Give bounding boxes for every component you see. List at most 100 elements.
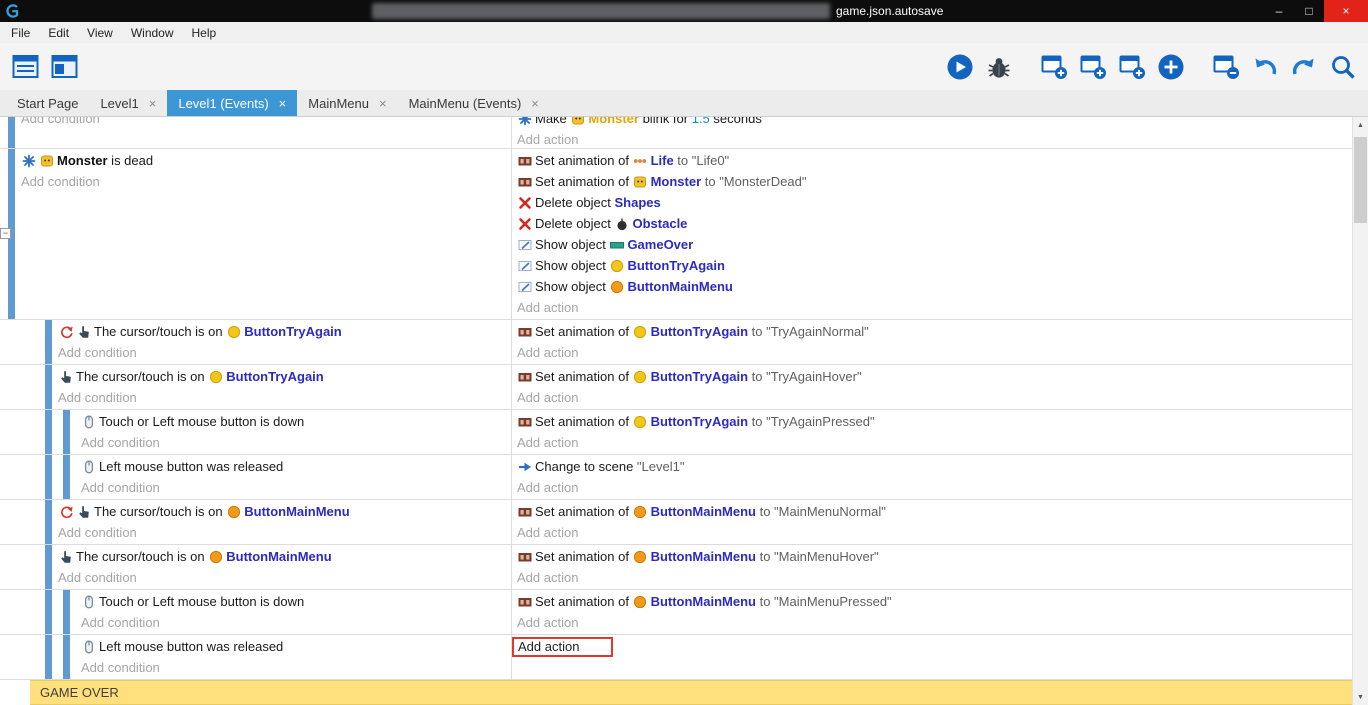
- condition-line[interactable]: The cursor/touch is on ButtonMainMenu: [0, 546, 511, 567]
- tab-level1[interactable]: Level1×: [89, 90, 167, 116]
- redo-button[interactable]: [1287, 49, 1321, 85]
- action-line[interactable]: Change to scene "Level1": [512, 456, 1352, 477]
- menu-file[interactable]: File: [2, 22, 39, 43]
- condition-line[interactable]: Touch or Left mouse button is down: [0, 411, 511, 432]
- add-action-link[interactable]: Add action: [512, 129, 1352, 149]
- action-line[interactable]: Delete object Shapes: [512, 192, 1352, 213]
- add-action-link[interactable]: Add action: [512, 297, 1352, 318]
- action-line[interactable]: Set animation of ButtonMainMenu to "Main…: [512, 501, 1352, 522]
- project-manager-button[interactable]: [8, 49, 42, 85]
- condition-line[interactable]: The cursor/touch is on ButtonTryAgain: [0, 366, 511, 387]
- close-tab-icon[interactable]: ×: [149, 96, 157, 111]
- close-tab-icon[interactable]: ×: [279, 96, 287, 111]
- add-event-button[interactable]: [1037, 49, 1071, 85]
- menu-view[interactable]: View: [78, 22, 122, 43]
- add-condition-link[interactable]: Add condition: [0, 657, 511, 678]
- action-line[interactable]: Set animation of ButtonTryAgain to "TryA…: [512, 366, 1352, 387]
- condition-line[interactable]: Left mouse button was released: [0, 456, 511, 477]
- close-button[interactable]: ×: [1324, 0, 1368, 22]
- delete-icon: [518, 196, 532, 210]
- maximize-button[interactable]: □: [1294, 0, 1324, 22]
- tab-level1-events[interactable]: Level1 (Events)×: [167, 90, 297, 116]
- event-handle[interactable]: [45, 365, 52, 409]
- event-handle[interactable]: [45, 320, 52, 364]
- tab-start-page[interactable]: Start Page: [6, 90, 89, 116]
- event-handle[interactable]: [8, 117, 15, 148]
- asterisk-icon: [21, 153, 36, 168]
- action-line[interactable]: Set animation of ButtonMainMenu to "Main…: [512, 591, 1352, 612]
- text-segment: Show object: [535, 279, 609, 294]
- action-line[interactable]: Show object ButtonTryAgain: [512, 255, 1352, 276]
- add-condition-link[interactable]: Add condition: [0, 477, 511, 498]
- preview-button[interactable]: [943, 49, 977, 85]
- object-name: ButtonTryAgain: [226, 369, 324, 384]
- menu-window[interactable]: Window: [122, 22, 183, 43]
- add-condition-link[interactable]: Add condition: [0, 522, 511, 543]
- event-handle[interactable]: [63, 590, 70, 634]
- conditions-column: Left mouse button was releasedAdd condit…: [0, 455, 511, 499]
- monster-icon: [39, 153, 54, 168]
- add-condition-link[interactable]: Add condition: [0, 387, 511, 408]
- event-handle[interactable]: [63, 410, 70, 454]
- close-tab-icon[interactable]: ×: [531, 96, 539, 111]
- minimize-button[interactable]: –: [1264, 0, 1294, 22]
- search-button[interactable]: [1326, 49, 1360, 85]
- undo-button[interactable]: [1248, 49, 1282, 85]
- condition-line[interactable]: Left mouse button was released: [0, 636, 511, 657]
- scroll-up-button[interactable]: ▲: [1353, 117, 1368, 133]
- toggle-events-button[interactable]: [1209, 49, 1243, 85]
- action-line[interactable]: Set animation of Life to "Life0": [512, 150, 1352, 171]
- comment-row[interactable]: GAME OVER: [0, 680, 1352, 705]
- action-line[interactable]: Set animation of ButtonTryAgain to "TryA…: [512, 321, 1352, 342]
- add-action-link[interactable]: Add action: [512, 522, 1352, 543]
- add-condition-link[interactable]: Add condition: [0, 117, 511, 129]
- menu-edit[interactable]: Edit: [39, 22, 78, 43]
- condition-line[interactable]: The cursor/touch is on ButtonMainMenu: [0, 501, 511, 522]
- scrollbar-track[interactable]: [1353, 133, 1368, 689]
- action-line[interactable]: Delete object Obstacle: [512, 213, 1352, 234]
- add-action-link[interactable]: Add action: [512, 567, 1352, 588]
- condition-line[interactable]: Touch or Left mouse button is down: [0, 591, 511, 612]
- action-line[interactable]: Show object ButtonMainMenu: [512, 276, 1352, 297]
- start-page-button[interactable]: [47, 49, 81, 85]
- add-subevent-button[interactable]: [1076, 49, 1110, 85]
- event-handle[interactable]: [63, 455, 70, 499]
- monster-icon: [570, 117, 585, 126]
- scrollbar-thumb[interactable]: [1354, 137, 1367, 223]
- panel-icon: [12, 54, 39, 79]
- debugger-button[interactable]: [982, 49, 1016, 85]
- add-condition-link[interactable]: Add condition: [0, 171, 511, 192]
- add-comment-button[interactable]: [1115, 49, 1149, 85]
- tab-mainmenu-events[interactable]: MainMenu (Events)×: [398, 90, 550, 116]
- collapse-toggle-icon[interactable]: −: [0, 228, 11, 239]
- add-condition-link[interactable]: Add condition: [0, 567, 511, 588]
- add-action-link[interactable]: Add action: [512, 387, 1352, 408]
- add-action-link[interactable]: Add action: [512, 612, 1352, 633]
- scroll-down-button[interactable]: ▼: [1353, 689, 1368, 705]
- add-condition-link[interactable]: Add condition: [0, 432, 511, 453]
- close-tab-icon[interactable]: ×: [379, 96, 387, 111]
- add-action-link[interactable]: Add action: [512, 432, 1352, 453]
- condition-lines: The cursor/touch is on ButtonMainMenuAdd…: [0, 545, 511, 589]
- condition-line[interactable]: Monster is dead: [0, 150, 511, 171]
- action-line[interactable]: Set animation of Monster to "MonsterDead…: [512, 171, 1352, 192]
- tab-mainmenu[interactable]: MainMenu×: [297, 90, 397, 116]
- add-condition-link[interactable]: Add condition: [0, 612, 511, 633]
- add-other-event-button[interactable]: [1154, 49, 1188, 85]
- anim-icon: [517, 549, 532, 564]
- action-line[interactable]: Set animation of ButtonMainMenu to "Main…: [512, 546, 1352, 567]
- add-action-link[interactable]: Add action: [512, 636, 1352, 657]
- add-condition-link[interactable]: Add condition: [0, 342, 511, 363]
- vertical-scrollbar[interactable]: ▲ ▼: [1352, 117, 1368, 705]
- action-line[interactable]: Make Monster blink for 1.5 seconds: [512, 117, 1352, 129]
- add-action-link[interactable]: Add action: [512, 477, 1352, 498]
- action-line[interactable]: Show object GameOver: [512, 234, 1352, 255]
- event-handle[interactable]: [63, 635, 70, 679]
- condition-line[interactable]: The cursor/touch is on ButtonTryAgain: [0, 321, 511, 342]
- text-segment: Set animation of: [535, 414, 633, 429]
- action-line[interactable]: Set animation of ButtonTryAgain to "TryA…: [512, 411, 1352, 432]
- event-handle[interactable]: [45, 500, 52, 544]
- add-action-link[interactable]: Add action: [512, 342, 1352, 363]
- menu-help[interactable]: Help: [183, 22, 226, 43]
- event-handle[interactable]: [45, 545, 52, 589]
